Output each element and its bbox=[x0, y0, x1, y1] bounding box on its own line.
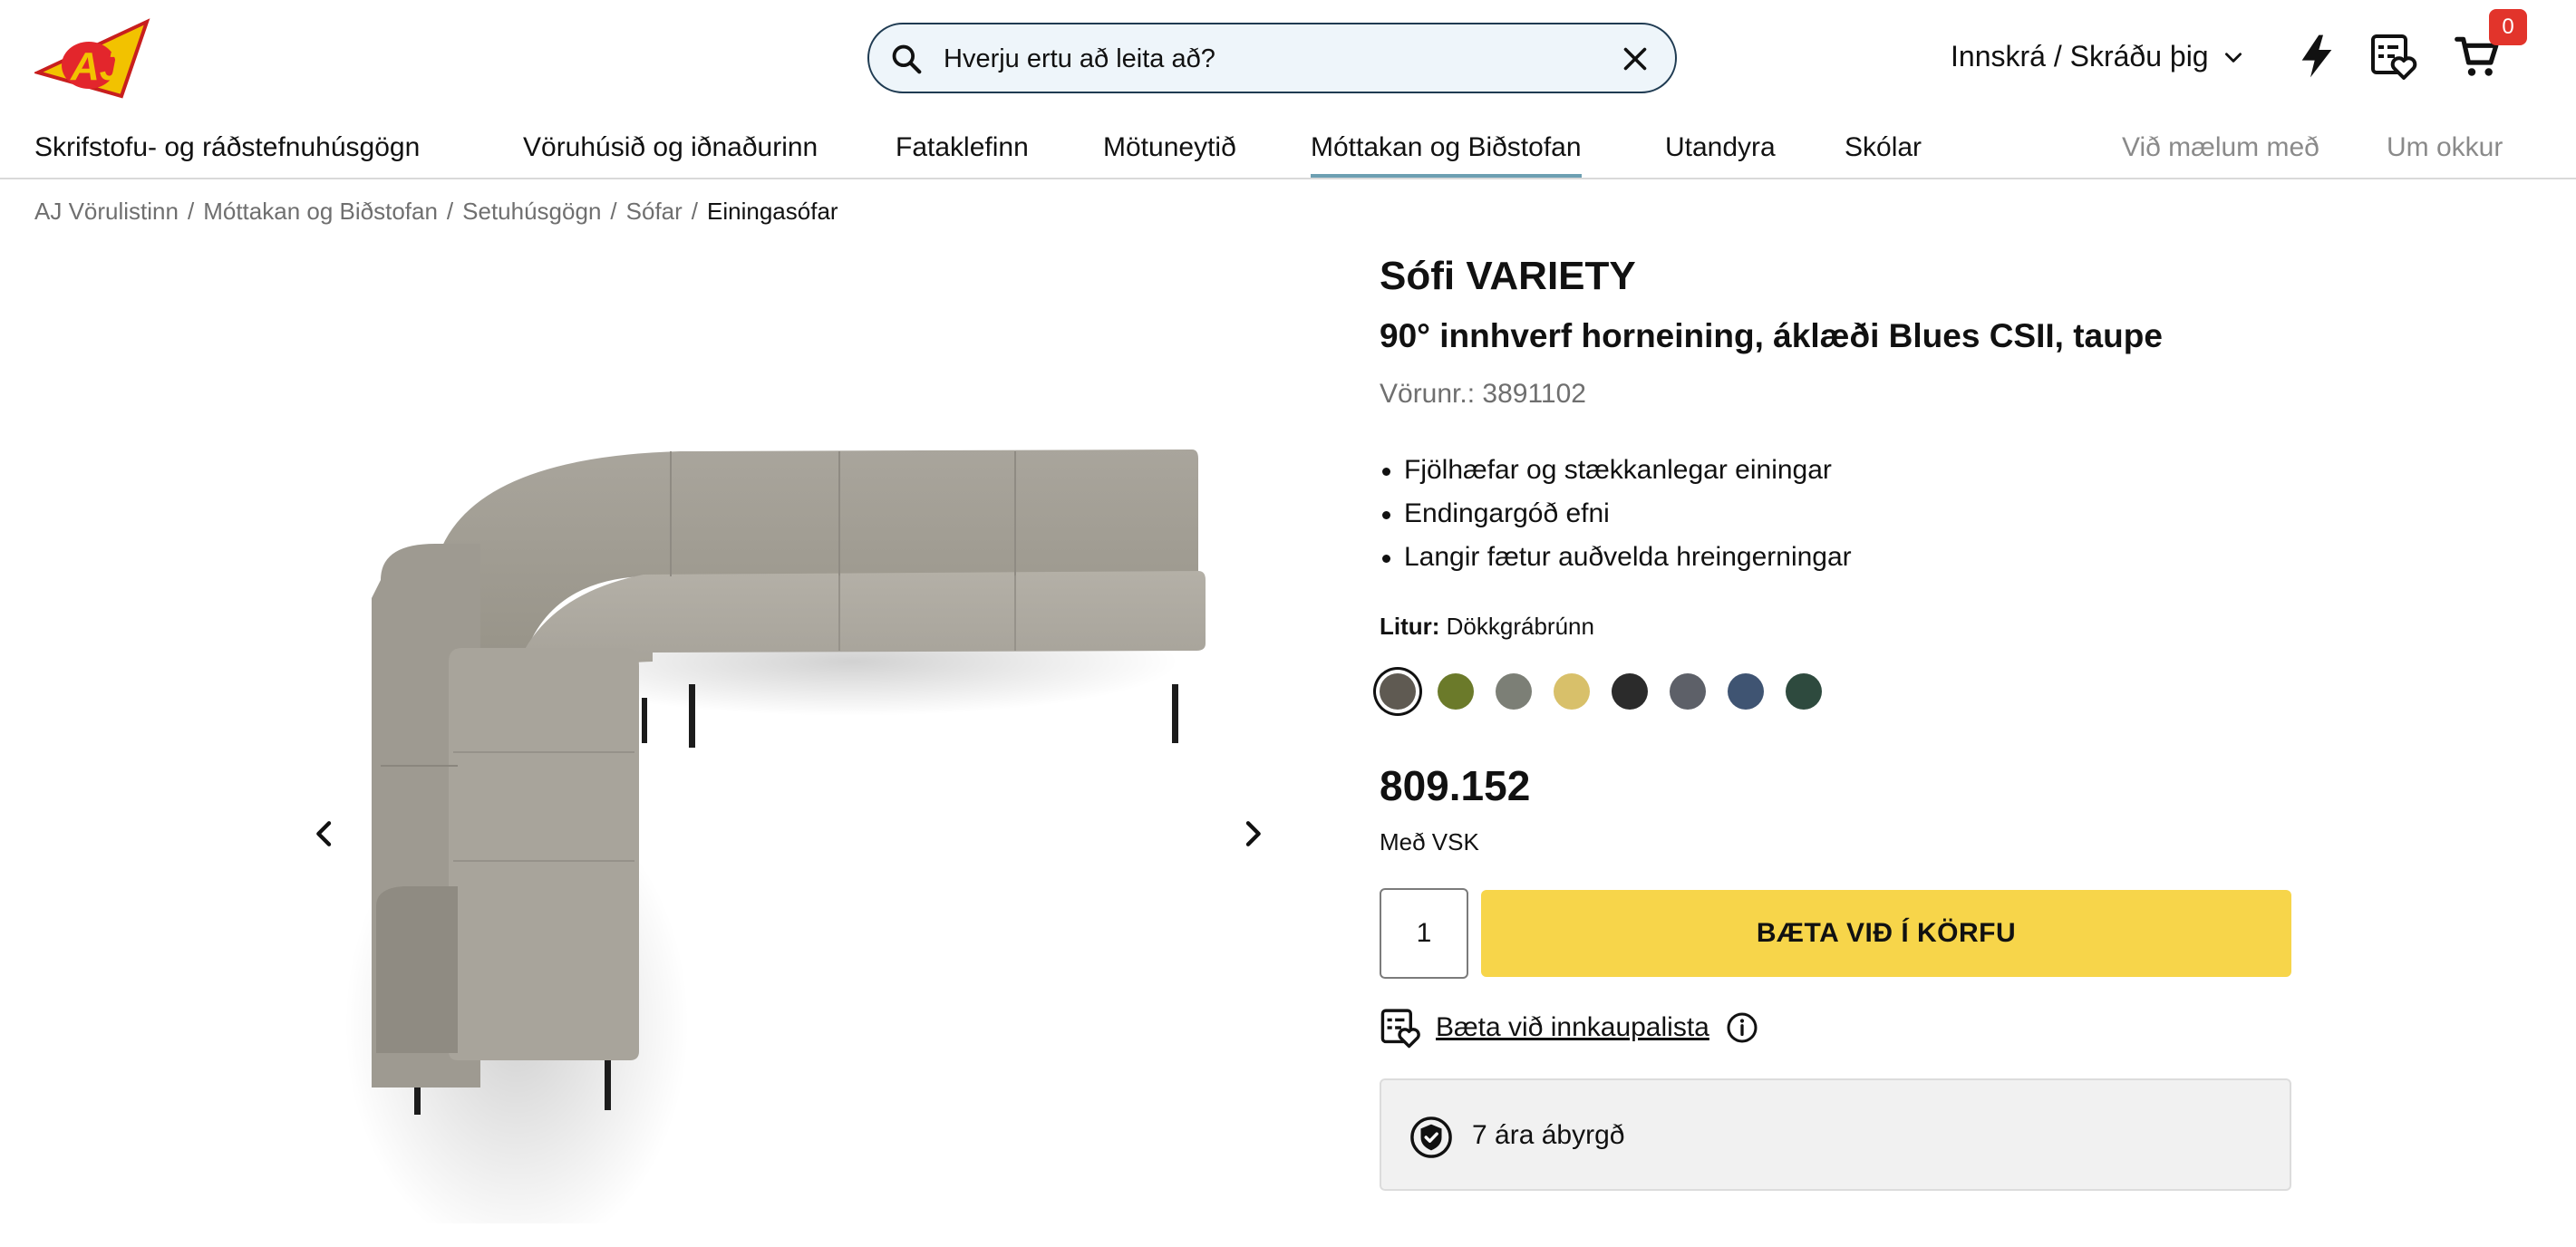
product-subtitle: 90° innhverf horneining, áklæði Blues CS… bbox=[1380, 317, 2163, 354]
color-label: Litur: Dökkgrábrúnn bbox=[1380, 613, 1594, 641]
nav-item-office[interactable]: Skrifstofu- og ráðstefnuhúsgögn bbox=[34, 132, 420, 163]
lightning-icon[interactable] bbox=[2291, 31, 2342, 82]
previous-image-button[interactable] bbox=[306, 816, 343, 852]
color-swatch[interactable] bbox=[1554, 673, 1590, 710]
login-label[interactable]: Innskrá / Skráðu þig bbox=[1951, 40, 2209, 73]
next-image-button[interactable] bbox=[1235, 816, 1271, 852]
svg-text:AJ: AJ bbox=[70, 44, 123, 89]
warranty-box: 7 ára ábyrgð bbox=[1380, 1078, 2291, 1191]
site-header: AJ Hverju ertu að leita að? Innskrá / Sk… bbox=[0, 0, 2576, 116]
color-swatch[interactable] bbox=[1728, 673, 1764, 710]
vat-label: Með VSK bbox=[1380, 828, 1479, 856]
color-label-value: Dökkgrábrúnn bbox=[1446, 613, 1594, 640]
breadcrumb-link[interactable]: Setuhúsgögn bbox=[462, 198, 601, 225]
color-swatch[interactable] bbox=[1496, 673, 1532, 710]
nav-divider bbox=[0, 178, 2576, 179]
color-swatch[interactable] bbox=[1670, 673, 1706, 710]
product-features: Fjölhæfar og stækkanlegar einingar Endin… bbox=[1380, 449, 1852, 579]
nav-item-reception[interactable]: Móttakan og Biðstofan bbox=[1311, 132, 1582, 179]
nav-item-warehouse[interactable]: Vöruhúsið og iðnaðurinn bbox=[523, 132, 818, 163]
add-to-list-link[interactable]: Bæta við innkaupalista bbox=[1436, 1012, 1709, 1043]
login-menu[interactable]: Innskrá / Skráðu þig bbox=[1951, 40, 2245, 73]
info-icon[interactable] bbox=[1726, 1011, 1758, 1044]
search-icon[interactable] bbox=[889, 42, 924, 76]
feature-item: Endingargóð efni bbox=[1380, 492, 1852, 536]
nav-item-about[interactable]: Um okkur bbox=[2387, 132, 2503, 163]
search-box[interactable]: Hverju ertu að leita að? bbox=[867, 23, 1677, 93]
shopping-list-icon[interactable] bbox=[2369, 31, 2420, 82]
color-swatch[interactable] bbox=[1786, 673, 1822, 710]
product-title: Sófi VARIETY bbox=[1380, 254, 1636, 298]
clear-search-icon[interactable] bbox=[1619, 43, 1651, 75]
main-navigation: Skrifstofu- og ráðstefnuhúsgögn Vöruhúsi… bbox=[0, 127, 2576, 179]
add-to-cart-button[interactable]: BÆTA VIÐ Í KÖRFU bbox=[1481, 890, 2291, 977]
warranty-shield-icon bbox=[1410, 1116, 1452, 1158]
nav-item-canteen[interactable]: Mötuneytið bbox=[1103, 132, 1236, 163]
add-to-list[interactable]: Bæta við innkaupalista bbox=[1380, 1006, 1758, 1049]
quantity-input[interactable]: 1 bbox=[1380, 888, 1468, 979]
color-swatch[interactable] bbox=[1380, 673, 1416, 710]
product-sku: Vörunr.: 3891102 bbox=[1380, 379, 1586, 409]
product-price: 809.152 bbox=[1380, 762, 1531, 809]
cart-count-badge: 0 bbox=[2489, 9, 2527, 45]
nav-item-outdoor[interactable]: Utandyra bbox=[1665, 132, 1776, 163]
warranty-text: 7 ára ábyrgð bbox=[1472, 1120, 1625, 1150]
nav-item-recommended[interactable]: Við mælum með bbox=[2122, 132, 2319, 163]
chevron-down-icon bbox=[2224, 52, 2242, 63]
breadcrumb: AJ Vörulistinn / Móttakan og Biðstofan / Set… bbox=[34, 198, 838, 225]
product-image[interactable] bbox=[272, 272, 1314, 1223]
nav-item-cloakroom[interactable]: Fataklefinn bbox=[896, 132, 1029, 163]
feature-item: Fjölhæfar og stækkanlegar einingar bbox=[1380, 449, 1852, 492]
color-label-key: Litur: bbox=[1380, 613, 1440, 640]
shopping-list-icon[interactable] bbox=[1380, 1006, 1423, 1049]
nav-item-schools[interactable]: Skólar bbox=[1845, 132, 1922, 163]
breadcrumb-link[interactable]: AJ Vörulistinn bbox=[34, 198, 179, 225]
color-swatch[interactable] bbox=[1438, 673, 1474, 710]
feature-item: Langir fætur auðvelda hreingerningar bbox=[1380, 536, 1852, 579]
breadcrumb-link[interactable]: Sófar bbox=[626, 198, 683, 225]
breadcrumb-link[interactable]: Móttakan og Biðstofan bbox=[203, 198, 438, 225]
aj-logo[interactable]: AJ bbox=[34, 16, 152, 103]
breadcrumb-current: Einingasófar bbox=[707, 198, 838, 225]
color-swatch[interactable] bbox=[1612, 673, 1648, 710]
search-input[interactable]: Hverju ertu að leita að? bbox=[944, 44, 1215, 74]
